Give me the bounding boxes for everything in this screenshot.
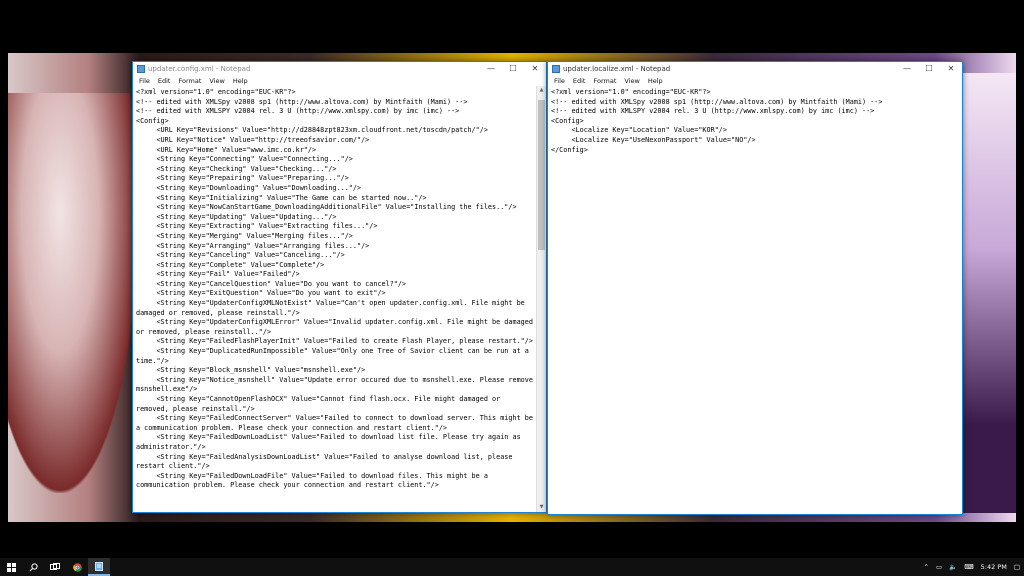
title-bar[interactable]: updater.localize.xml - Notepad — ☐ ✕ [548,62,962,75]
clock[interactable]: 5:42 PM [981,563,1007,571]
vertical-scrollbar[interactable]: ▲ ▼ [536,86,546,512]
menu-format[interactable]: Format [174,77,205,85]
maximize-button[interactable]: ☐ [918,62,940,75]
notepad-icon [552,64,560,73]
menu-help[interactable]: Help [644,77,667,85]
keyboard-icon[interactable]: ⌨ [964,563,973,571]
text-editor[interactable]: <?xml version="1.0" encoding="EUC-KR"?> … [133,86,536,512]
text-editor[interactable]: <?xml version="1.0" encoding="EUC-KR"?> … [548,86,962,514]
chrome-icon[interactable] [66,558,88,576]
notepad-window-localize[interactable]: updater.localize.xml - Notepad — ☐ ✕ Fil… [547,61,963,515]
scroll-down-icon[interactable]: ▼ [537,503,546,512]
notepad-icon[interactable] [88,558,110,576]
volume-icon[interactable]: 🔈 [949,563,957,571]
maximize-button[interactable]: ☐ [502,62,524,75]
start-icon[interactable] [0,558,22,576]
menu-view[interactable]: View [620,77,643,85]
close-button[interactable]: ✕ [524,62,546,75]
title-bar[interactable]: updater.config.xml - Notepad — ☐ ✕ [133,62,546,75]
wallpaper-character-right [963,73,1016,513]
chevron-up-icon[interactable]: ⌃ [924,563,929,571]
notepad-window-config[interactable]: updater.config.xml - Notepad — ☐ ✕ File … [132,61,547,513]
minimize-button[interactable]: — [896,62,918,75]
notification-icon[interactable]: □ [1014,563,1020,571]
menu-file[interactable]: File [550,77,569,85]
task-view-icon[interactable] [44,558,66,576]
menu-bar: File Edit Format View Help [133,75,546,86]
menu-edit[interactable]: Edit [154,77,175,85]
scroll-thumb[interactable] [538,100,545,250]
network-icon[interactable]: ▭ [936,563,942,571]
menu-edit[interactable]: Edit [569,77,590,85]
menu-bar: File Edit Format View Help [548,75,962,86]
search-icon[interactable] [22,558,44,576]
menu-view[interactable]: View [205,77,228,85]
minimize-button[interactable]: — [480,62,502,75]
window-title: updater.config.xml - Notepad [148,64,251,73]
window-title: updater.localize.xml - Notepad [563,64,671,73]
system-tray: ⌃ ▭ 🔈 ⌨ 5:42 PM □ [924,558,1020,576]
menu-help[interactable]: Help [229,77,252,85]
wallpaper-character-left [8,93,138,493]
taskbar: ⌃ ▭ 🔈 ⌨ 5:42 PM □ [0,558,1024,576]
scroll-up-icon[interactable]: ▲ [537,86,546,95]
close-button[interactable]: ✕ [940,62,962,75]
notepad-icon [137,64,145,73]
menu-file[interactable]: File [135,77,154,85]
menu-format[interactable]: Format [589,77,620,85]
